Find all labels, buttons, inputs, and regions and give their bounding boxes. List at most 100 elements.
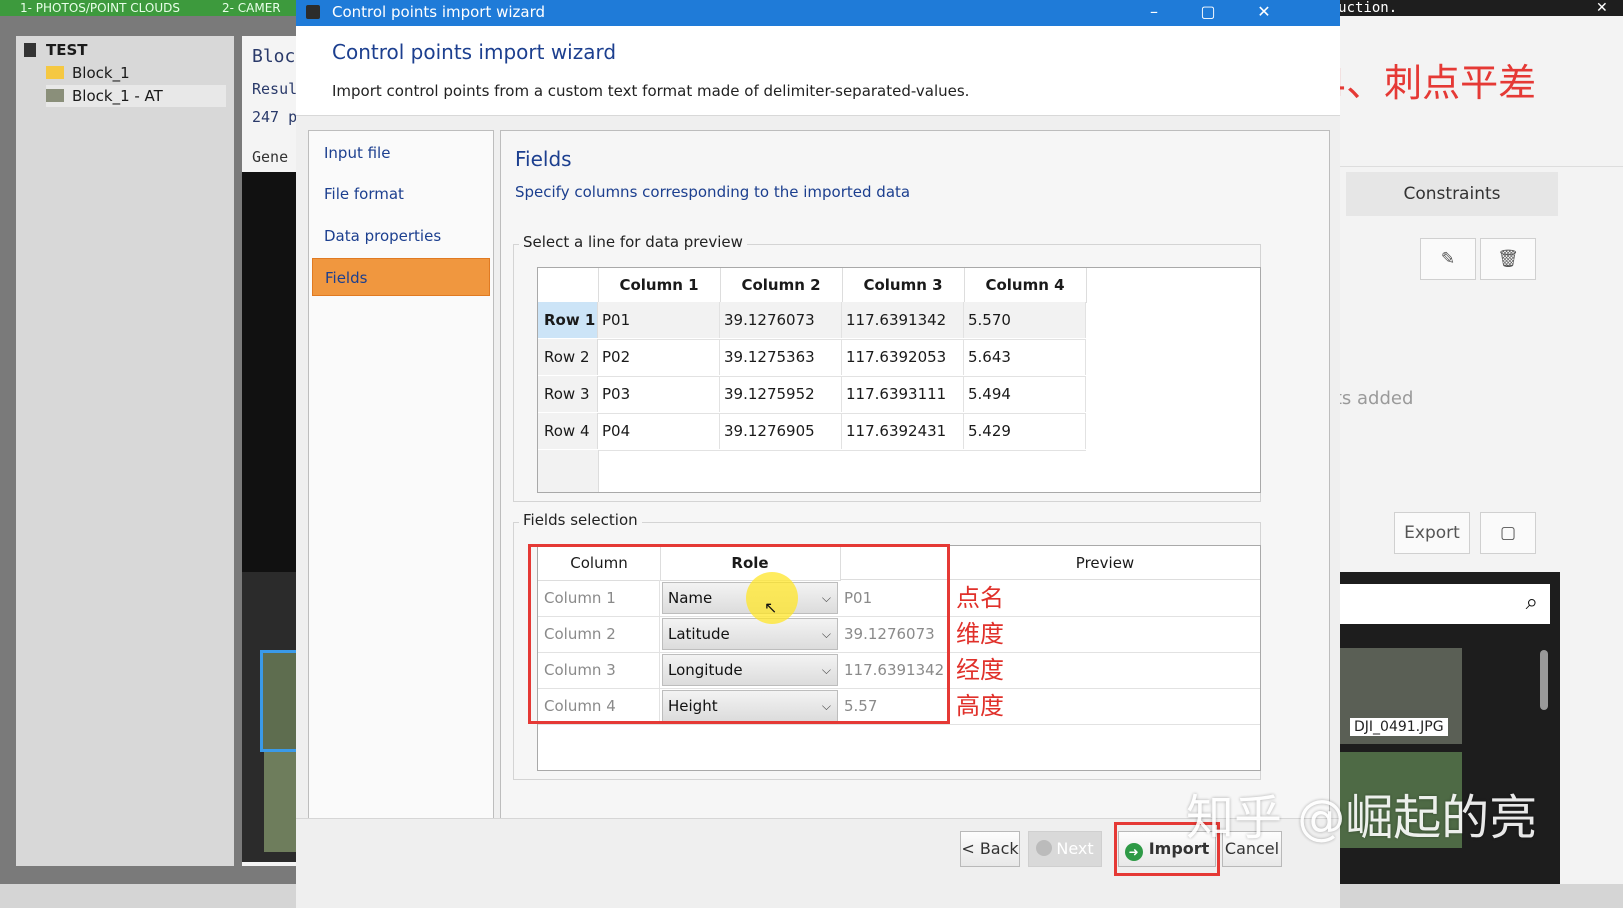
table-cell: P04 [598,413,720,449]
table-cell: 39.1275952 [720,376,842,412]
table-cell: 39.1276905 [720,413,842,449]
row-header[interactable]: Row 2 [538,339,598,375]
back-button[interactable]: < Back [960,831,1020,867]
close-icon[interactable]: ✕ [1244,0,1284,26]
role-select-value: Longitude [668,661,743,679]
fields-group-label: Fields selection [519,511,642,529]
field-column-name: Column 1 [538,580,660,616]
document-icon [24,43,36,57]
block-icon [46,89,64,102]
delete-button[interactable]: 🗑 [1480,238,1536,280]
data-preview-table: Column 1 Column 2 Column 3 Column 4 Row … [537,267,1261,493]
table-cell: 117.6392053 [842,339,964,375]
table-row[interactable]: Row 4 P04 39.1276905 117.6392431 5.429 [538,413,1086,451]
tree-root[interactable]: TEST [24,39,88,61]
dialog-window-title: Control points import wizard [332,3,546,21]
column-header[interactable]: Column 4 [964,268,1087,303]
folder-icon [46,66,64,79]
table-cell: 117.6391342 [842,302,964,338]
mouse-cursor-icon: ↖ [764,598,778,617]
chevron-down-icon: ⌵ [821,699,831,713]
table-cell: 39.1275363 [720,339,842,375]
next-button[interactable]: Next [1028,831,1102,867]
field-row: Column 2 Latitude ⌵ 39.1276073 维度 [538,616,1260,653]
tab-constraints[interactable]: Constraints [1346,172,1558,216]
step-file-format[interactable]: File format [312,175,490,213]
table-row[interactable]: Row 3 P03 39.1275952 117.6393111 5.494 [538,376,1086,414]
search-icon[interactable]: ⌕ [1526,590,1538,615]
field-preview-value: 117.6391342 [844,661,945,679]
gallery-scrollbar[interactable] [1540,650,1548,710]
wizard-footer: < Back Next ➜ Import Cancel [296,818,1340,908]
table-cell: P01 [598,302,720,338]
preview-header: Preview [840,546,1260,580]
role-select-value: Name [668,589,713,607]
field-row: Column 1 Name ⌵ P01 点名 [538,580,1260,617]
table-cell: 5.494 [964,376,1086,412]
page-description: Specify columns corresponding to the imp… [515,183,911,201]
field-column-name: Column 3 [538,652,660,688]
field-preview-value: 39.1276073 [844,625,935,643]
table-cell: 117.6392431 [842,413,964,449]
step-data-properties[interactable]: Data properties [312,217,490,255]
row-header[interactable]: Row 4 [538,413,598,449]
wizard-steps: Input file File format Data properties F… [308,130,494,834]
maximize-icon[interactable]: ▢ [1188,0,1228,26]
page-title: Fields [515,147,572,171]
table-cell: 117.6393111 [842,376,964,412]
clipboard-button[interactable]: ▢ [1480,512,1536,554]
role-select[interactable]: Latitude ⌵ [662,618,838,650]
pencil-icon: ✎ [1440,249,1456,269]
row-header-filler [538,450,599,492]
role-select-value: Height [668,697,718,715]
table-cell: 39.1276073 [720,302,842,338]
block-info-line: 247 p [252,108,298,126]
wizard-header: Control points import wizard Import cont… [296,26,1340,116]
table-row[interactable]: Row 1 P01 39.1276073 117.6391342 5.570 [538,302,1086,340]
tree-item-block[interactable]: Block_1 [46,62,130,84]
row-header[interactable]: Row 1 [538,302,598,338]
block-info-line: Resul [252,80,298,98]
block-info-line: Bloc [252,46,296,67]
row-header[interactable]: Row 3 [538,376,598,412]
tree-item-label: Block_1 - AT [72,87,163,105]
table-cell: 5.643 [964,339,1086,375]
field-preview-value: 5.57 [844,697,878,715]
chevron-down-icon: ⌵ [821,627,831,641]
app-icon [306,5,320,19]
step-fields[interactable]: Fields [312,258,490,296]
dialog-title-bar: Control points import wizard – ▢ ✕ [296,0,1340,26]
fields-page: Fields Specify columns corresponding to … [500,130,1330,834]
project-tree: TEST Block_1 Block_1 - AT [16,36,234,866]
column-header: Column [538,546,661,581]
role-header: Role [660,546,841,581]
table-row[interactable]: Row 2 P02 39.1275363 117.6392053 5.643 [538,339,1086,377]
column-header[interactable]: Column 2 [720,268,843,303]
export-button[interactable]: Export [1394,512,1470,554]
field-annotation: 经度 [956,656,1004,684]
arrow-right-icon [1036,840,1053,856]
field-annotation: 点名 [956,584,1004,612]
trash-icon: 🗑 [1497,249,1519,269]
edit-button[interactable]: ✎ [1420,238,1476,280]
watermark: 知乎 @崛起的亮 [1186,790,1538,846]
step-input-file[interactable]: Input file [312,134,490,172]
minimize-icon[interactable]: – [1134,0,1174,26]
field-row: Column 4 Height ⌵ 5.57 高度 [538,688,1260,725]
role-select[interactable]: Longitude ⌵ [662,654,838,686]
role-select[interactable]: Height ⌵ [662,690,838,722]
app-close-icon[interactable]: ✕ [1596,0,1608,16]
photo-thumbnail-label: DJI_0491.JPG [1350,718,1448,736]
general-tab[interactable]: Gene [252,148,288,166]
table-cell: 5.570 [964,302,1086,338]
annotation-title: 4、刺点平差 [1322,61,1537,105]
tree-root-label: TEST [46,41,88,59]
preview-group-label: Select a line for data preview [519,233,747,251]
field-annotation: 维度 [956,620,1004,648]
tree-item-block-at[interactable]: Block_1 - AT [46,85,226,107]
field-preview-value: P01 [844,589,873,607]
breadcrumb-photos[interactable]: 1- PHOTOS/POINT CLOUDS [0,0,220,16]
column-header[interactable]: Column 3 [842,268,965,303]
photo-thumbnail[interactable]: DJI_0491.JPG [1332,648,1462,744]
column-header[interactable]: Column 1 [598,268,721,303]
